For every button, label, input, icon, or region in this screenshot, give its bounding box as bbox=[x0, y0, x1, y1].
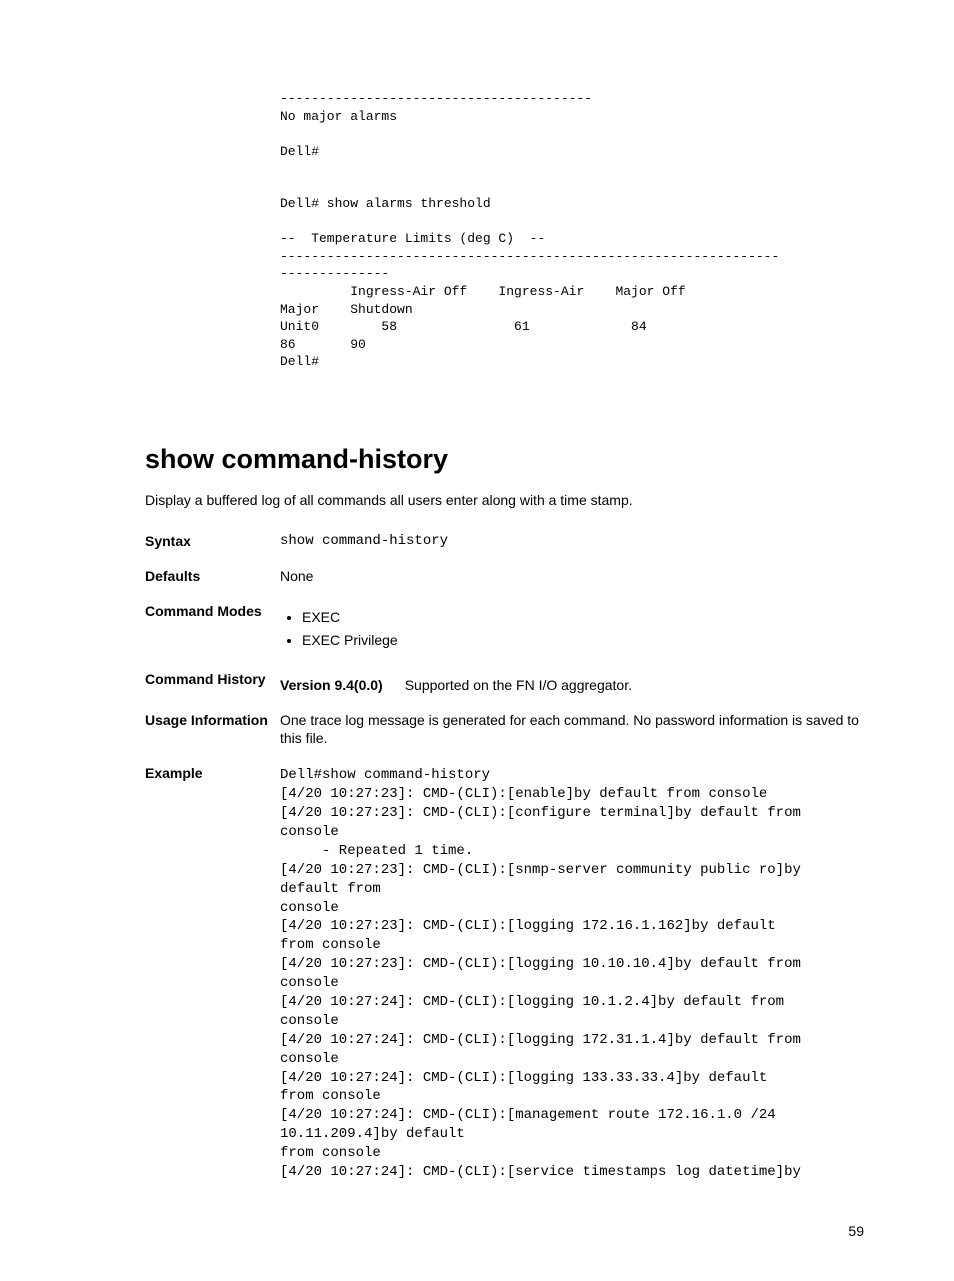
label-defaults: Defaults bbox=[145, 567, 280, 586]
mode-item: EXEC bbox=[302, 608, 874, 627]
row-command-modes: Command Modes EXEC EXEC Privilege bbox=[145, 602, 874, 654]
mode-item: EXEC Privilege bbox=[302, 631, 874, 650]
value-defaults: None bbox=[280, 567, 874, 586]
label-command-history: Command History bbox=[145, 670, 280, 689]
label-command-modes: Command Modes bbox=[145, 602, 280, 621]
value-command-modes: EXEC EXEC Privilege bbox=[280, 602, 874, 654]
row-example: Example Dell#show command-history [4/20 … bbox=[145, 764, 874, 1182]
section-title: show command-history bbox=[145, 441, 874, 477]
version-description: Supported on the FN I/O aggregator. bbox=[405, 676, 632, 695]
label-syntax: Syntax bbox=[145, 532, 280, 551]
page-content: ----------------------------------------… bbox=[0, 0, 954, 1281]
section-description: Display a buffered log of all commands a… bbox=[145, 491, 874, 510]
page-number: 59 bbox=[145, 1222, 874, 1241]
value-example: Dell#show command-history [4/20 10:27:23… bbox=[280, 766, 874, 1182]
value-syntax: show command-history bbox=[280, 532, 874, 551]
row-syntax: Syntax show command-history bbox=[145, 532, 874, 551]
value-command-history: Version 9.4(0.0) Supported on the FN I/O… bbox=[280, 670, 874, 695]
value-usage-information: One trace log message is generated for e… bbox=[280, 711, 874, 749]
top-cli-output: ----------------------------------------… bbox=[280, 90, 874, 371]
row-defaults: Defaults None bbox=[145, 567, 874, 586]
label-usage-information: Usage Information bbox=[145, 711, 280, 730]
version-label: Version 9.4(0.0) bbox=[280, 676, 383, 695]
row-usage-information: Usage Information One trace log message … bbox=[145, 711, 874, 749]
label-example: Example bbox=[145, 764, 280, 783]
row-command-history: Command History Version 9.4(0.0) Support… bbox=[145, 670, 874, 695]
